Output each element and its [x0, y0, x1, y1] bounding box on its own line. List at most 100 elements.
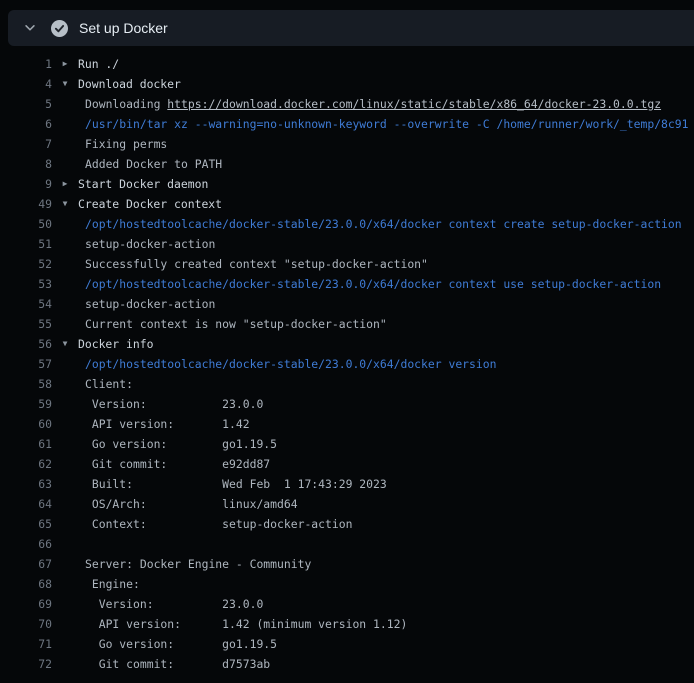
- line-number[interactable]: 62: [0, 454, 52, 474]
- expand-group-icon[interactable]: ▶: [52, 174, 78, 194]
- indent-spacer: [52, 234, 85, 254]
- line-number[interactable]: 69: [0, 594, 52, 614]
- collapse-group-icon[interactable]: ▼: [52, 194, 78, 214]
- log-lines: 1▶Run ./4▼Download docker5Downloading ht…: [0, 54, 694, 674]
- log-command-text: /opt/hostedtoolcache/docker-stable/23.0.…: [85, 274, 661, 294]
- log-group-title[interactable]: Run ./: [78, 54, 119, 74]
- indent-spacer: [52, 134, 85, 154]
- log-text: Version: 23.0.0: [85, 594, 263, 614]
- line-number[interactable]: 58: [0, 374, 52, 394]
- log-line: 70 API version: 1.42 (minimum version 1.…: [0, 614, 694, 634]
- log-text: Version: 23.0.0: [85, 394, 263, 414]
- log-link[interactable]: https://download.docker.com/linux/static…: [167, 97, 661, 111]
- collapse-group-icon[interactable]: ▼: [52, 74, 78, 94]
- line-number[interactable]: 9: [0, 174, 52, 194]
- log-text: Downloading https://download.docker.com/…: [85, 94, 661, 114]
- line-number[interactable]: 71: [0, 634, 52, 654]
- log-text: Added Docker to PATH: [85, 154, 222, 174]
- log-line: 8 Added Docker to PATH: [0, 154, 694, 174]
- line-number[interactable]: 59: [0, 394, 52, 414]
- log-group-title[interactable]: Start Docker daemon: [78, 174, 208, 194]
- indent-spacer: [52, 214, 85, 234]
- line-number[interactable]: 50: [0, 214, 52, 234]
- step-header[interactable]: Set up Docker: [8, 10, 694, 46]
- log-line: 61 Go version: go1.19.5: [0, 434, 694, 454]
- line-number[interactable]: 7: [0, 134, 52, 154]
- log-line: 64 OS/Arch: linux/amd64: [0, 494, 694, 514]
- log-line: 49▼Create Docker context: [0, 194, 694, 214]
- line-number[interactable]: 72: [0, 654, 52, 674]
- collapse-group-icon[interactable]: ▼: [52, 334, 78, 354]
- log-line: 56▼Docker info: [0, 334, 694, 354]
- log-text: Git commit: d7573ab: [85, 654, 270, 674]
- line-number[interactable]: 49: [0, 194, 52, 214]
- log-line: 55 Current context is now "setup-docker-a…: [0, 314, 694, 334]
- log-line: 66: [0, 534, 694, 554]
- log-text: Successfully created context "setup-dock…: [85, 254, 428, 274]
- log-line: 52 Successfully created context "setup-do…: [0, 254, 694, 274]
- line-number[interactable]: 4: [0, 74, 52, 94]
- step-title: Set up Docker: [79, 10, 168, 46]
- log-line: 67 Server: Docker Engine - Community: [0, 554, 694, 574]
- indent-spacer: [52, 274, 85, 294]
- line-number[interactable]: 6: [0, 114, 52, 134]
- log-line: 59 Version: 23.0.0: [0, 394, 694, 414]
- indent-spacer: [52, 394, 85, 414]
- line-number[interactable]: 70: [0, 614, 52, 634]
- line-number[interactable]: 66: [0, 534, 52, 554]
- indent-spacer: [52, 454, 85, 474]
- line-number[interactable]: 51: [0, 234, 52, 254]
- line-number[interactable]: 64: [0, 494, 52, 514]
- log-line: 4▼Download docker: [0, 74, 694, 94]
- line-number[interactable]: 52: [0, 254, 52, 274]
- line-number[interactable]: 57: [0, 354, 52, 374]
- log-text: Go version: go1.19.5: [85, 634, 277, 654]
- log-line: 50/opt/hostedtoolcache/docker-stable/23.…: [0, 214, 694, 234]
- log-group-title[interactable]: Docker info: [78, 334, 153, 354]
- indent-spacer: [52, 474, 85, 494]
- line-number[interactable]: 63: [0, 474, 52, 494]
- log-text: Fixing perms: [85, 134, 167, 154]
- line-number[interactable]: 61: [0, 434, 52, 454]
- indent-spacer: [52, 654, 85, 674]
- log-text: OS/Arch: linux/amd64: [85, 494, 298, 514]
- line-number[interactable]: 65: [0, 514, 52, 534]
- chevron-down-icon[interactable]: [23, 21, 37, 35]
- log-line: 63 Built: Wed Feb 1 17:43:29 2023: [0, 474, 694, 494]
- log-text: Built: Wed Feb 1 17:43:29 2023: [85, 474, 387, 494]
- line-number[interactable]: 5: [0, 94, 52, 114]
- log-line: 72 Git commit: d7573ab: [0, 654, 694, 674]
- log-text: Current context is now "setup-docker-act…: [85, 314, 387, 334]
- line-number[interactable]: 60: [0, 414, 52, 434]
- log-line: 65 Context: setup-docker-action: [0, 514, 694, 534]
- line-number[interactable]: 55: [0, 314, 52, 334]
- log-text: Client:: [85, 374, 133, 394]
- line-number[interactable]: 67: [0, 554, 52, 574]
- log-group-title[interactable]: Create Docker context: [78, 194, 222, 214]
- log-line: 69 Version: 23.0.0: [0, 594, 694, 614]
- log-text: Git commit: e92dd87: [85, 454, 270, 474]
- log-group-title[interactable]: Download docker: [78, 74, 181, 94]
- log-line: 60 API version: 1.42: [0, 414, 694, 434]
- log-viewer: 1▶Run ./4▼Download docker5Downloading ht…: [0, 46, 694, 683]
- indent-spacer: [52, 554, 85, 574]
- log-line: 6/usr/bin/tar xz --warning=no-unknown-ke…: [0, 114, 694, 134]
- log-line: 1▶Run ./: [0, 54, 694, 74]
- expand-group-icon[interactable]: ▶: [52, 54, 78, 74]
- line-number[interactable]: 53: [0, 274, 52, 294]
- log-text: Server: Docker Engine - Community: [85, 554, 311, 574]
- indent-spacer: [52, 634, 85, 654]
- line-number[interactable]: 54: [0, 294, 52, 314]
- line-number[interactable]: 68: [0, 574, 52, 594]
- indent-spacer: [52, 614, 85, 634]
- line-number[interactable]: 56: [0, 334, 52, 354]
- log-line: 62 Git commit: e92dd87: [0, 454, 694, 474]
- indent-spacer: [52, 114, 85, 134]
- indent-spacer: [52, 294, 85, 314]
- log-line: 51setup-docker-action: [0, 234, 694, 254]
- log-line: 58 Client:: [0, 374, 694, 394]
- line-number[interactable]: 8: [0, 154, 52, 174]
- line-number[interactable]: 1: [0, 54, 52, 74]
- log-text: Context: setup-docker-action: [85, 514, 352, 534]
- log-line: 5 Downloading https://download.docker.com…: [0, 94, 694, 114]
